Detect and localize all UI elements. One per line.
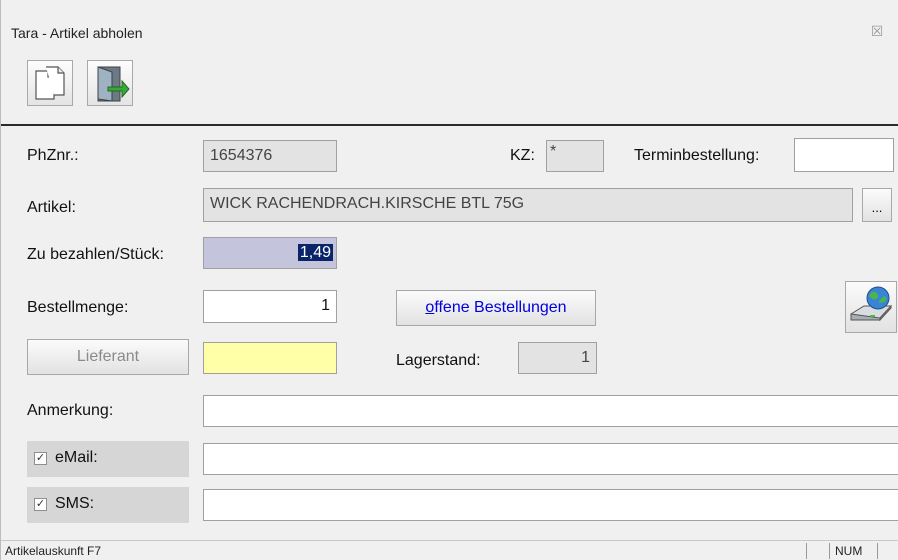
anmerkung-input[interactable]	[203, 395, 898, 427]
status-separator	[829, 543, 830, 559]
lieferant-field[interactable]	[203, 342, 337, 374]
artikel-field: WICK RACHENDRACH.KIRSCHE BTL 75G	[203, 188, 853, 222]
offene-bestellungen-button[interactable]: offene Bestellungen	[396, 290, 596, 326]
status-separator	[806, 543, 807, 559]
article-form: PhZnr.: 1654376 KZ: * Terminbestellung: …	[1, 126, 898, 540]
lieferant-button[interactable]: Lieferant	[27, 339, 189, 375]
title-bar: Tara - Artikel abholen ☒	[1, 0, 898, 48]
close-icon[interactable]: ☒	[868, 22, 886, 40]
offene-bestellungen-mnemonic: o	[425, 299, 435, 316]
num-lock-indicator: NUM	[835, 544, 863, 558]
copy-documents-icon	[35, 66, 65, 100]
bestellmenge-input[interactable]: 1	[203, 290, 337, 323]
globe-drive-icon	[850, 286, 893, 322]
offene-bestellungen-label: ffene Bestellungen	[434, 299, 567, 316]
status-bar: Artikelauskunft F7 NUM	[1, 540, 898, 560]
web-order-button[interactable]	[845, 281, 897, 333]
kz-label: KZ:	[510, 147, 535, 164]
exit-button[interactable]	[87, 60, 133, 106]
email-label: eMail:	[55, 449, 98, 466]
phznr-field: 1654376	[203, 140, 337, 172]
phznr-label: PhZnr.:	[27, 147, 79, 164]
window: Tara - Artikel abholen ☒ PhZnr.: 1654376…	[0, 0, 898, 560]
zubezahlen-label: Zu bezahlen/Stück:	[27, 246, 164, 263]
sms-label: SMS:	[55, 495, 95, 512]
sms-checkbox-row[interactable]: ✓ SMS:	[27, 487, 189, 523]
terminbestellung-label: Terminbestellung:	[634, 147, 760, 164]
terminbestellung-input[interactable]	[794, 138, 894, 172]
zubezahlen-value: 1,49	[297, 244, 333, 261]
window-title: Tara - Artikel abholen	[11, 25, 143, 41]
email-checkbox[interactable]: ✓	[34, 452, 47, 465]
kz-field: *	[546, 140, 604, 172]
email-checkbox-row[interactable]: ✓ eMail:	[27, 441, 189, 477]
artikel-label: Artikel:	[27, 199, 76, 216]
artikel-browse-button[interactable]: ...	[862, 188, 892, 222]
sms-checkbox[interactable]: ✓	[34, 498, 47, 511]
email-input[interactable]	[203, 443, 898, 475]
bestellmenge-label: Bestellmenge:	[27, 299, 129, 316]
copy-button[interactable]	[27, 60, 73, 106]
sms-input[interactable]	[203, 489, 898, 521]
lagerstand-field: 1	[518, 342, 597, 374]
status-text: Artikelauskunft F7	[5, 544, 102, 558]
toolbar	[1, 48, 898, 124]
status-separator	[877, 543, 878, 559]
anmerkung-label: Anmerkung:	[27, 402, 114, 419]
lagerstand-label: Lagerstand:	[396, 352, 481, 369]
zubezahlen-field[interactable]: 1,49	[203, 237, 337, 269]
exit-door-icon	[97, 66, 130, 102]
